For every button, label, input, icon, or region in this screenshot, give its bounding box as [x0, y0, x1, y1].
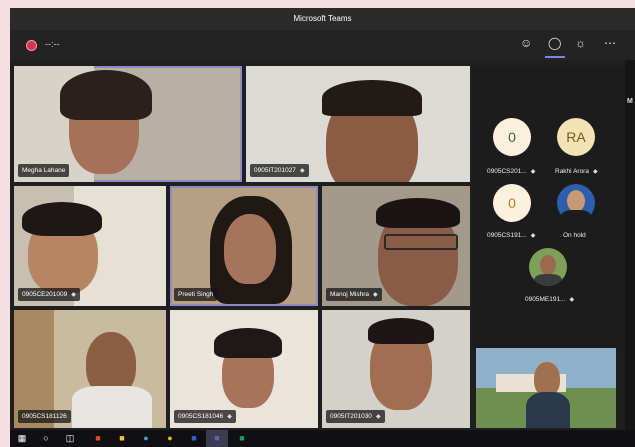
participant-name: 0905IT201030 — [330, 413, 372, 420]
participant-name-tag: Manoj Mishra ◆ — [326, 288, 382, 301]
participant-name: 0905CS191... — [487, 232, 527, 239]
mic-muted-icon: ◆ — [373, 292, 378, 298]
participant-name-tag: 0905IT201030 ◆ — [326, 410, 385, 423]
office-icon[interactable]: ■ — [92, 433, 104, 444]
participant-label: Rakhi Arora ◆ — [555, 168, 598, 175]
participant-name: 0905CS201... — [487, 168, 527, 175]
video-tile[interactable]: 0905CS181046 ◆ — [170, 310, 318, 428]
participant-name-tag: 0905CS181046 ◆ — [174, 410, 236, 423]
avatar-initials: 0 — [508, 129, 516, 145]
teams-icon[interactable]: ■ — [211, 433, 223, 444]
video-tile[interactable]: 0905CE201009 ◆ — [14, 186, 166, 306]
mic-muted-icon: ◆ — [530, 233, 536, 239]
self-video — [534, 362, 560, 396]
participant-name: Preeti Singh — [178, 291, 214, 298]
participant-name: Manoj Mishra — [330, 291, 370, 298]
participant-avatar[interactable] — [557, 184, 595, 222]
video-tile[interactable]: Preeti Singh — [170, 186, 318, 306]
participant-avatar[interactable] — [529, 248, 567, 286]
windows-start-icon[interactable]: ▦ — [16, 433, 28, 444]
chrome-icon[interactable]: ● — [164, 433, 176, 444]
participant-label: 0905CS191... ◆ — [487, 232, 535, 239]
participant-avatar[interactable]: 0 — [493, 184, 531, 222]
participant-label: 0905ME191... ◆ — [525, 296, 574, 303]
task-view-icon[interactable]: ◫ — [64, 433, 76, 444]
windows-taskbar: ▦ ○ ◫ ■ ■ ● ● ■ ■ ■ — [10, 430, 635, 447]
self-view-tile[interactable] — [476, 348, 616, 428]
teams-window: Microsoft Teams --:-- ☺ ◯ ☼ ⋯ Megha Laha… — [10, 8, 635, 447]
mic-muted-icon: ◆ — [592, 169, 598, 175]
video-tile[interactable]: 0905CS181126 — [14, 310, 166, 428]
chat-icon[interactable]: ◯ — [548, 36, 561, 50]
file-explorer-icon[interactable]: ■ — [116, 433, 128, 444]
avatar-initials: 0 — [508, 195, 516, 211]
mic-muted-icon: ◆ — [71, 292, 76, 298]
video-tile[interactable]: 0905IT201027 ◆ — [246, 66, 470, 182]
mic-muted-icon: ◆ — [299, 168, 305, 174]
word-icon[interactable]: ■ — [188, 433, 200, 444]
mic-muted-icon: ◆ — [569, 297, 575, 303]
participant-name: 0905CS181126 — [22, 413, 67, 420]
participants-icon[interactable]: ☺ — [520, 36, 532, 50]
participant-face — [224, 214, 276, 284]
participant-avatar-panel: 0 0905CS201... ◆ RA Rakhi Arora ◆ 0 0905CS… — [473, 66, 625, 351]
window-titlebar: Microsoft Teams — [10, 8, 635, 30]
participant-name-tag: Megha Lahane — [18, 164, 70, 177]
side-panel-edge: M — [625, 60, 635, 430]
edge-icon[interactable]: ● — [140, 433, 152, 444]
recording-icon[interactable] — [26, 40, 37, 51]
participant-avatar[interactable]: 0 — [493, 118, 531, 156]
participant-name-tag: 0905CS181126 — [18, 410, 71, 423]
call-toolbar: --:-- ☺ ◯ ☼ ⋯ — [10, 30, 635, 60]
excel-icon[interactable]: ■ — [236, 433, 248, 444]
mic-muted-icon: ◆ — [375, 414, 381, 420]
video-tile[interactable]: Megha Lahane — [14, 66, 242, 182]
participant-name-tag: Preeti Singh — [174, 288, 218, 301]
mic-muted-icon: ◆ — [530, 169, 536, 175]
participant-name-tag: 0905IT201027 ◆ — [250, 164, 309, 177]
participant-label: On hold — [563, 232, 586, 239]
reactions-icon[interactable]: ☼ — [575, 36, 586, 50]
avatar-initials: RA — [566, 129, 586, 145]
participant-name-tag: 0905CE201009 ◆ — [18, 288, 80, 301]
mic-muted-icon: ◆ — [227, 414, 232, 420]
participant-name: 0905IT201027 — [254, 167, 296, 174]
video-tile[interactable]: Manoj Mishra ◆ — [322, 186, 470, 306]
participant-name: 0905CE201009 — [22, 291, 68, 298]
call-timer: --:-- — [45, 39, 60, 49]
participant-label: 0905CS201... ◆ — [487, 168, 535, 175]
window-title: Microsoft Teams — [293, 14, 352, 23]
more-icon[interactable]: ⋯ — [604, 36, 617, 50]
panel-letter: M — [627, 98, 633, 105]
participant-name: Megha Lahane — [22, 167, 66, 174]
video-tile[interactable]: 0905IT201030 ◆ — [322, 310, 470, 428]
participant-avatar[interactable]: RA — [557, 118, 595, 156]
participant-name: Rakhi Arora — [555, 168, 589, 175]
hold-status: On hold — [563, 232, 586, 239]
search-icon[interactable]: ○ — [40, 433, 52, 444]
active-tab-indicator — [545, 56, 565, 58]
participant-name: 0905CS181046 — [178, 413, 224, 420]
participant-name: 0905ME191... — [525, 296, 566, 303]
